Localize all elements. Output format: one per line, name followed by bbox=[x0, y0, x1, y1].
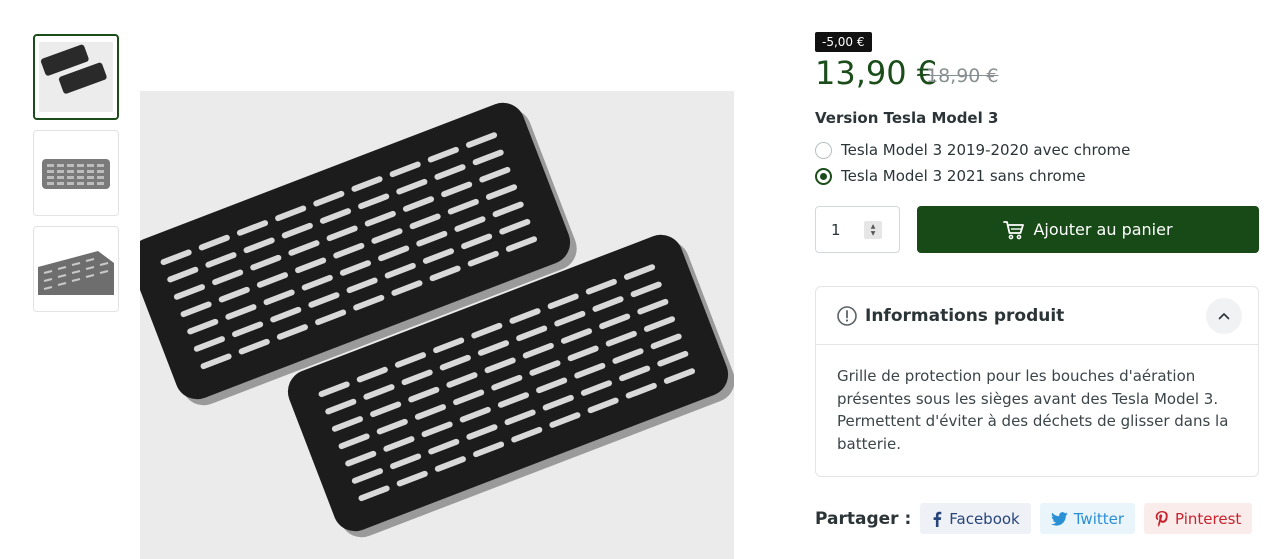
chevron-up-icon bbox=[1218, 313, 1230, 320]
vent-grilles-illustration bbox=[140, 102, 734, 538]
twitter-icon bbox=[1050, 511, 1068, 526]
quantity-stepper[interactable]: 1 ▲ ▼ bbox=[815, 206, 900, 253]
discount-badge: -5,00 € bbox=[815, 32, 872, 52]
share-bar: Partager : Facebook Twitter Pinterest bbox=[815, 503, 1261, 534]
pinterest-icon bbox=[1155, 510, 1168, 527]
cart-icon bbox=[1003, 220, 1025, 239]
share-facebook-button[interactable]: Facebook bbox=[920, 503, 1031, 534]
thumbnail-list bbox=[33, 34, 119, 322]
chevron-down-icon[interactable]: ▼ bbox=[871, 230, 876, 237]
share-pinterest-label: Pinterest bbox=[1175, 509, 1242, 528]
variant-option-2021[interactable]: Tesla Model 3 2021 sans chrome bbox=[815, 166, 1086, 186]
variant-title: Version Tesla Model 3 bbox=[815, 109, 999, 127]
product-info-header[interactable]: Informations produit bbox=[816, 287, 1258, 345]
radio-button[interactable] bbox=[815, 141, 832, 159]
stepper-arrows[interactable]: ▲ ▼ bbox=[864, 221, 882, 239]
collapse-toggle-button[interactable] bbox=[1206, 298, 1242, 334]
current-price: 13,90 € bbox=[815, 54, 938, 92]
chevron-up-icon[interactable]: ▲ bbox=[871, 223, 876, 230]
variant-option-label: Tesla Model 3 2021 sans chrome bbox=[841, 167, 1086, 185]
thumbnail-1[interactable] bbox=[33, 34, 119, 120]
add-to-cart-button[interactable]: Ajouter au panier bbox=[917, 206, 1259, 253]
facebook-icon bbox=[933, 511, 942, 527]
thumbnail-image bbox=[38, 137, 114, 209]
thumbnail-3[interactable] bbox=[33, 226, 119, 312]
old-price: 18,90 € bbox=[926, 65, 999, 87]
share-twitter-label: Twitter bbox=[1073, 509, 1125, 528]
share-twitter-button[interactable]: Twitter bbox=[1039, 503, 1136, 534]
thumbnail-image bbox=[38, 233, 114, 305]
product-info-title: Informations produit bbox=[865, 305, 1065, 326]
add-to-cart-label: Ajouter au panier bbox=[1033, 220, 1173, 239]
variant-option-label: Tesla Model 3 2019-2020 avec chrome bbox=[841, 141, 1131, 159]
thumbnail-2[interactable] bbox=[33, 130, 119, 216]
radio-button-checked[interactable] bbox=[815, 167, 832, 185]
thumbnail-image bbox=[39, 42, 113, 112]
product-info-description: Grille de protection pour les bouches d'… bbox=[837, 367, 1229, 453]
main-product-image[interactable] bbox=[140, 91, 734, 559]
share-pinterest-button[interactable]: Pinterest bbox=[1144, 503, 1253, 534]
info-icon bbox=[837, 305, 857, 326]
variant-option-2019-2020[interactable]: Tesla Model 3 2019-2020 avec chrome bbox=[815, 140, 1130, 160]
share-label: Partager : bbox=[815, 508, 912, 529]
share-facebook-label: Facebook bbox=[949, 509, 1020, 528]
product-info-panel: Informations produit Grille de protectio… bbox=[815, 286, 1259, 477]
